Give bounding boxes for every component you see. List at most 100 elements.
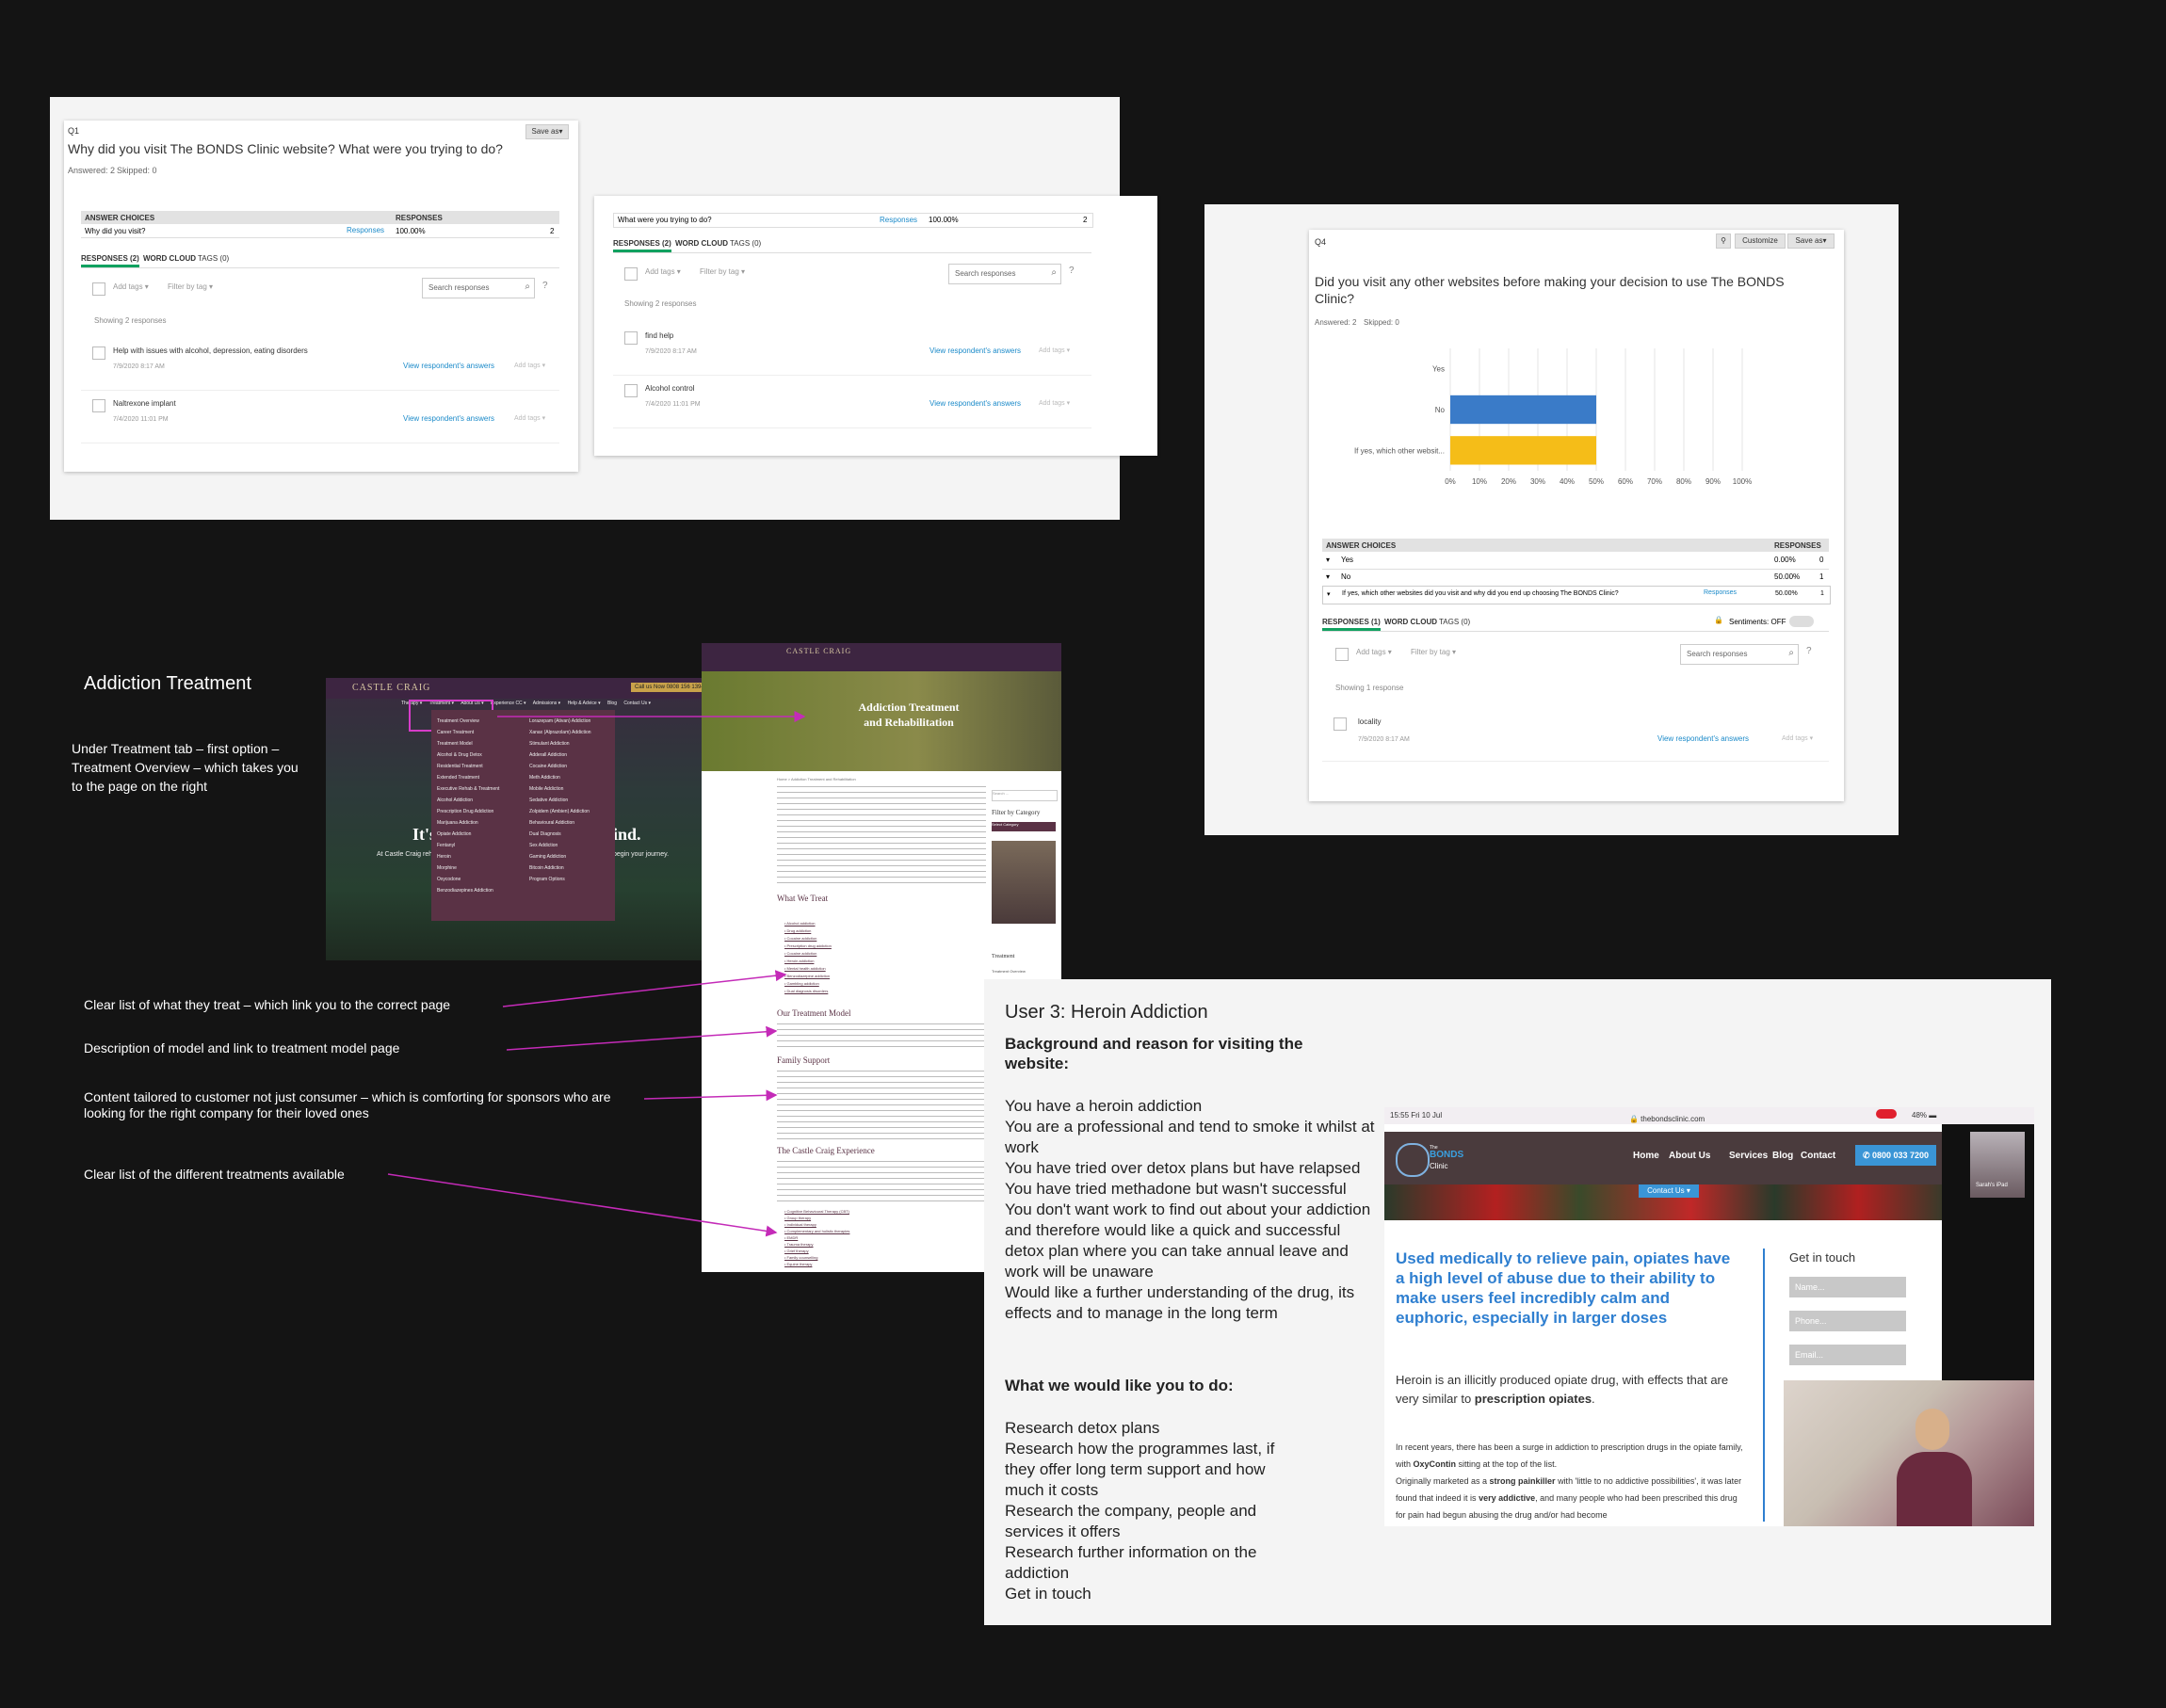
treat-list-item[interactable]: • Alcohol addiction bbox=[784, 920, 832, 927]
response-add-tags[interactable]: Add tags ▾ bbox=[1039, 346, 1070, 354]
customize-button[interactable]: Customize bbox=[1735, 234, 1786, 249]
response-checkbox[interactable] bbox=[1334, 717, 1347, 731]
add-tags-dropdown[interactable]: Add tags ▾ bbox=[113, 282, 149, 291]
nav-home[interactable]: Home bbox=[1633, 1151, 1659, 1161]
select-all-checkbox[interactable] bbox=[624, 267, 638, 281]
treat-list-item[interactable]: • Prescription drug addiction bbox=[784, 943, 832, 950]
q1-card: Q1 Save as▾ Why did you visit The BONDS … bbox=[64, 121, 578, 472]
response-checkbox[interactable] bbox=[92, 399, 105, 412]
treat-list-item[interactable]: • Dual diagnosis disorders bbox=[784, 988, 832, 995]
response-add-tags[interactable]: Add tags ▾ bbox=[1039, 399, 1070, 407]
response-checkbox[interactable] bbox=[624, 331, 638, 345]
tab-tags[interactable]: TAGS (0) bbox=[1439, 618, 1470, 626]
experience-list-item[interactable]: • Trauma therapy bbox=[784, 1241, 849, 1248]
response-checkbox[interactable] bbox=[92, 346, 105, 360]
email-field[interactable]: Email... bbox=[1789, 1345, 1906, 1365]
experience-list-item[interactable]: • Individual therapy bbox=[784, 1221, 849, 1228]
search-responses-input[interactable]: Search responses ⌕ bbox=[1680, 644, 1799, 665]
experience-list-item[interactable]: • Cognitive Behavioural Therapy (CBT) bbox=[784, 1208, 849, 1215]
filter-by-tag-dropdown[interactable]: Filter by tag ▾ bbox=[700, 267, 745, 276]
tab-responses[interactable]: RESPONSES (2) bbox=[81, 254, 139, 267]
nav-item[interactable]: Blog bbox=[607, 701, 617, 706]
experience-list-item[interactable]: • Equine therapy bbox=[784, 1261, 849, 1267]
response-add-tags[interactable]: Add tags ▾ bbox=[514, 414, 545, 422]
menu-item: Stimulant Addiction bbox=[529, 741, 570, 747]
nav-contact[interactable]: Contact bbox=[1801, 1151, 1835, 1161]
tab-responses[interactable]: RESPONSES (2) bbox=[613, 239, 671, 252]
view-answers-link[interactable]: View respondent's answers bbox=[929, 399, 1021, 408]
nav-blog[interactable]: Blog bbox=[1772, 1151, 1793, 1161]
view-answers-link[interactable]: View respondent's answers bbox=[403, 414, 494, 423]
response-add-tags[interactable]: Add tags ▾ bbox=[514, 362, 545, 369]
experience-list-item[interactable]: • Group therapy bbox=[784, 1215, 849, 1221]
select-all-checkbox[interactable] bbox=[1335, 648, 1349, 661]
response-add-tags[interactable]: Add tags ▾ bbox=[1782, 734, 1813, 742]
experience-list: • Cognitive Behavioural Therapy (CBT) • G… bbox=[784, 1208, 849, 1267]
tab-word-cloud[interactable]: WORD CLOUD bbox=[143, 254, 196, 263]
treat-list-item[interactable]: • Cocaine addiction bbox=[784, 950, 832, 958]
nav-item[interactable]: Help & Advice ▾ bbox=[568, 701, 601, 706]
add-tags-dropdown[interactable]: Add tags ▾ bbox=[1356, 648, 1392, 656]
menu-item: Morphine bbox=[437, 865, 457, 871]
pin-icon[interactable]: ⚲ bbox=[1716, 234, 1731, 249]
treat-list-item[interactable]: • Benzodiazepine addiction bbox=[784, 973, 832, 980]
save-as-button[interactable]: Save as▾ bbox=[1787, 234, 1835, 249]
nav-services[interactable]: Services bbox=[1729, 1151, 1768, 1161]
menu-item: Dual Diagnosis bbox=[529, 831, 561, 837]
treat-list-item[interactable]: • Cocaine addiction bbox=[784, 935, 832, 943]
experience-list-item[interactable]: • Complementary and holistic therapies bbox=[784, 1228, 849, 1234]
contact-us-button[interactable]: Contact Us ▾ bbox=[1639, 1184, 1699, 1198]
chevron-down-icon[interactable]: ▾ bbox=[1326, 572, 1330, 581]
response-checkbox[interactable] bbox=[624, 384, 638, 397]
tab-responses[interactable]: RESPONSES (1) bbox=[1322, 618, 1381, 631]
name-field[interactable]: Name... bbox=[1789, 1277, 1906, 1297]
experience-list-item[interactable]: • Grief therapy bbox=[784, 1248, 849, 1254]
tab-word-cloud[interactable]: WORD CLOUD bbox=[1384, 618, 1437, 626]
responses-link[interactable]: Responses bbox=[880, 216, 917, 224]
filter-by-tag-dropdown[interactable]: Filter by tag ▾ bbox=[1411, 648, 1456, 656]
record-indicator bbox=[1876, 1109, 1897, 1119]
view-answers-link[interactable]: View respondent's answers bbox=[929, 346, 1021, 355]
nav-item[interactable]: Contact Us ▾ bbox=[623, 701, 651, 706]
experience-list-item[interactable]: • Family counselling bbox=[784, 1254, 849, 1261]
view-answers-link[interactable]: View respondent's answers bbox=[1657, 734, 1749, 743]
nav-item[interactable]: Experience CC ▾ bbox=[491, 701, 526, 706]
para1-end: . bbox=[1592, 1392, 1595, 1406]
save-as-button[interactable]: Save as▾ bbox=[525, 124, 569, 139]
treat-list-item[interactable]: • Mental health addiction bbox=[784, 965, 832, 973]
treat-list-item[interactable]: • Drug addiction bbox=[784, 927, 832, 935]
responses-link[interactable]: Responses bbox=[1704, 589, 1737, 596]
experience-list-item[interactable]: • EMDR bbox=[784, 1234, 849, 1241]
chevron-down-icon[interactable]: ▾ bbox=[1327, 590, 1331, 598]
phone-field[interactable]: Phone... bbox=[1789, 1311, 1906, 1331]
help-icon[interactable]: ? bbox=[1069, 266, 1075, 276]
call-now-button[interactable]: Call us Now 0808 156 1394 bbox=[631, 683, 708, 692]
site-header: The BONDS Clinic Home About Us Services … bbox=[1384, 1132, 1942, 1184]
tab-tags[interactable]: TAGS (0) bbox=[730, 239, 761, 248]
view-answers-link[interactable]: View respondent's answers bbox=[403, 362, 494, 370]
help-icon[interactable]: ? bbox=[1806, 646, 1812, 656]
menu-item: Zolpidem (Ambien) Addiction bbox=[529, 809, 590, 814]
nav-about[interactable]: About Us bbox=[1669, 1151, 1710, 1161]
sidebar-link[interactable]: Treatment Overview bbox=[992, 969, 1026, 974]
tab-word-cloud[interactable]: WORD CLOUD bbox=[675, 239, 728, 248]
select-category[interactable]: Select Category bbox=[992, 822, 1056, 831]
answer-pct: 50.00% bbox=[1774, 572, 1801, 581]
nav-item[interactable]: Admissions ▾ bbox=[533, 701, 560, 706]
filter-by-tag-dropdown[interactable]: Filter by tag ▾ bbox=[168, 282, 213, 291]
phone-button[interactable]: ✆ 0800 033 7200 bbox=[1855, 1145, 1936, 1166]
treat-list-item[interactable]: • Heroin addiction bbox=[784, 958, 832, 965]
tab-tags[interactable]: TAGS (0) bbox=[198, 254, 229, 263]
search-responses-input[interactable]: Search responses ⌕ bbox=[948, 264, 1061, 284]
sidebar-search[interactable]: Search ... bbox=[992, 790, 1058, 801]
sentiments-toggle[interactable] bbox=[1789, 616, 1814, 627]
tabs: RESPONSES (2) WORD CLOUD TAGS (0) bbox=[613, 237, 1091, 253]
treat-list-item[interactable]: • Gambling addiction bbox=[784, 980, 832, 988]
search-responses-input[interactable]: Search responses ⌕ bbox=[422, 278, 535, 298]
help-icon[interactable]: ? bbox=[542, 281, 548, 291]
responses-link[interactable]: Responses bbox=[347, 226, 384, 234]
select-all-checkbox[interactable] bbox=[92, 282, 105, 296]
add-tags-dropdown[interactable]: Add tags ▾ bbox=[645, 267, 681, 276]
answer-row: ▾ Yes 0.00% 0 bbox=[1322, 552, 1829, 570]
chevron-down-icon[interactable]: ▾ bbox=[1326, 556, 1330, 564]
